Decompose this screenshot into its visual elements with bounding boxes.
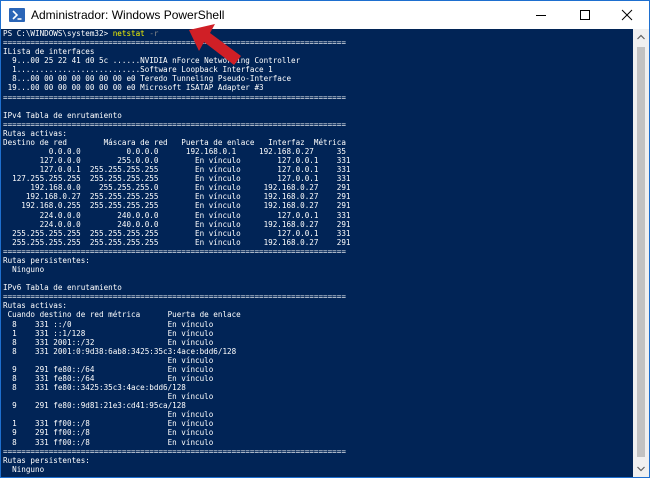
maximize-button[interactable] — [565, 1, 605, 29]
console-line: Rutas persistentes: — [3, 255, 90, 265]
console-line: 0.0.0.0 0.0.0.0 192.168.0.1 192.168.0.27… — [3, 147, 346, 157]
command-line: PS C:\WINDOWS\system32> netstat -r — [3, 29, 350, 38]
console-line: 255.255.255.255 255.255.255.255 En víncu… — [3, 228, 351, 238]
console-line: 224.0.0.0 240.0.0.0 En vínculo 192.168.0… — [3, 219, 351, 229]
console-line: Ninguno — [3, 265, 45, 275]
console-line: 9 291 ff00::/8 En vínculo — [3, 428, 214, 438]
console-line: 127.0.0.1 255.255.255.255 En vínculo 127… — [3, 165, 351, 175]
console-line: 8 331 2001::/32 En vínculo — [3, 337, 214, 347]
console-line: 8...00 00 00 00 00 00 00 e0 Teredo Tunne… — [3, 74, 292, 84]
console-line: 9...00 25 22 41 d0 5c ......NVIDIA nForc… — [3, 56, 301, 66]
powershell-icon[interactable] — [9, 7, 25, 23]
console-line: 1 331 ff00::/8 En vínculo — [3, 419, 214, 429]
vertical-scrollbar[interactable] — [633, 29, 649, 477]
console-line: ========================================… — [3, 446, 346, 456]
window-title: Administrador: Windows PowerShell — [31, 8, 225, 22]
console-line: 192.168.0.27 255.255.255.255 En vínculo … — [3, 192, 351, 202]
console-line: ========================================… — [3, 38, 346, 48]
console-line: En vínculo — [3, 355, 214, 365]
console-line: 1...........................Software Loo… — [3, 65, 273, 75]
console-lines: PS C:\WINDOWS\system32> netstat -r =====… — [3, 29, 350, 474]
prompt-text: PS C:\WINDOWS\system32> — [3, 29, 113, 38]
scrollbar-thumb[interactable] — [637, 47, 645, 457]
scroll-down-button[interactable] — [633, 461, 649, 477]
console-line: ========================================… — [3, 292, 346, 302]
console-line: ILista de interfaces — [3, 47, 95, 57]
console-line: Ninguno — [3, 464, 45, 474]
chevron-down-icon — [637, 466, 645, 472]
console-line: En vínculo — [3, 392, 214, 402]
maximize-icon — [580, 10, 590, 20]
close-icon — [621, 9, 633, 21]
chevron-up-icon — [637, 34, 645, 40]
command-text: netstat — [112, 29, 145, 38]
console-line: 8 331 ff00::/8 En vínculo — [3, 437, 214, 447]
console-output[interactable]: PS C:\WINDOWS\system32> netstat -r =====… — [1, 29, 633, 477]
console-line: Rutas persistentes: — [3, 455, 90, 465]
console-line: Cuando destino de red métrica Puerta de … — [3, 310, 241, 320]
console-line: IPv4 Tabla de enrutamiento — [3, 110, 122, 120]
console-line: En vínculo — [3, 410, 214, 420]
minimize-icon — [536, 15, 546, 16]
console-line: 127.255.255.255 255.255.255.255 En víncu… — [3, 174, 351, 184]
close-button[interactable] — [607, 1, 647, 29]
powershell-window: Administrador: Windows PowerShell PS C:\… — [0, 0, 650, 478]
console-line: 19...00 00 00 00 00 00 00 e0 Microsoft I… — [3, 83, 264, 93]
console-line: 192.168.0.255 255.255.255.255 En vínculo… — [3, 201, 351, 211]
console-line: 8 331 fe80::3425:35c3:4ace:bdd6/128 — [3, 383, 186, 393]
console-line: 1 331 ::1/128 En vínculo — [3, 328, 214, 338]
console-line: Rutas activas: — [3, 301, 68, 311]
console-line: IPv6 Tabla de enrutamiento — [3, 283, 122, 293]
console-line: 8 331 2001:0:9d38:6ab8:3425:35c3:4ace:bd… — [3, 346, 237, 356]
console-line: 127.0.0.0 255.0.0.0 En vínculo 127.0.0.1… — [3, 156, 351, 166]
console-line: 8 331 fe80::/64 En vínculo — [3, 373, 214, 383]
command-argument: -r — [144, 29, 159, 38]
console-line: 255.255.255.255 255.255.255.255 En víncu… — [3, 237, 351, 247]
console-line: Destino de red Máscara de red Puerta de … — [3, 137, 346, 147]
scroll-up-button[interactable] — [633, 29, 649, 45]
console-line: 8 331 ::/0 En vínculo — [3, 319, 214, 329]
console-line: ========================================… — [3, 92, 346, 102]
console-line: Rutas activas: — [3, 128, 68, 138]
console-line: 9 291 fe80::9d81:21e3:cd41:95ca/128 — [3, 401, 186, 411]
console-line: 224.0.0.0 240.0.0.0 En vínculo 127.0.0.1… — [3, 210, 351, 220]
title-bar[interactable]: Administrador: Windows PowerShell — [1, 1, 649, 29]
console-line: ========================================… — [3, 119, 346, 129]
minimize-button[interactable] — [521, 1, 561, 29]
console-line: ========================================… — [3, 246, 346, 256]
console-line: 9 291 fe80::/64 En vínculo — [3, 364, 214, 374]
console-line: 192.168.0.0 255.255.255.0 En vínculo 192… — [3, 183, 351, 193]
